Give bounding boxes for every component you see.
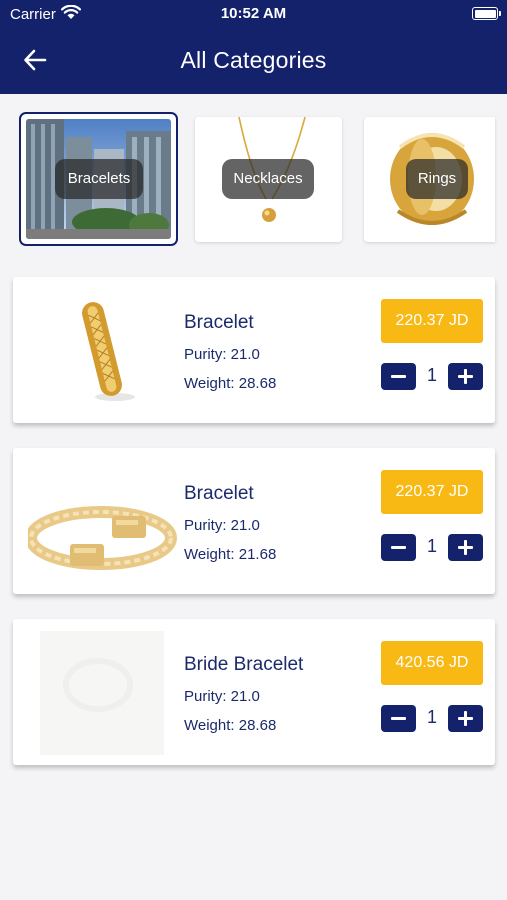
increase-quantity-button[interactable] xyxy=(448,705,483,732)
decrease-quantity-button[interactable] xyxy=(381,705,416,732)
product-weight: Weight: 28.68 xyxy=(184,717,277,734)
product-image xyxy=(40,631,164,755)
app-header: Carrier 10:52 AM All Categories xyxy=(0,0,507,94)
page-title: All Categories xyxy=(180,47,327,73)
product-purity: Purity: 21.0 xyxy=(184,688,260,705)
product-card[interactable]: Bracelet Purity: 21.0 Weight: 28.68 220.… xyxy=(13,277,495,423)
category-label: Rings xyxy=(406,159,468,199)
product-weight: Weight: 28.68 xyxy=(184,375,277,392)
decrease-quantity-button[interactable] xyxy=(381,534,416,561)
price-button[interactable]: 220.37 JD xyxy=(381,299,483,343)
battery-icon xyxy=(472,7,501,20)
minus-icon xyxy=(391,375,406,378)
minus-icon xyxy=(391,546,406,549)
increase-quantity-button[interactable] xyxy=(448,363,483,390)
quantity-value: 1 xyxy=(426,536,437,556)
product-purity: Purity: 21.0 xyxy=(184,346,260,363)
product-image xyxy=(28,460,178,584)
minus-icon xyxy=(391,717,406,720)
product-card[interactable]: Bracelet Purity: 21.0 Weight: 21.68 220.… xyxy=(13,448,495,594)
product-name: Bracelet xyxy=(184,483,254,504)
product-weight: Weight: 21.68 xyxy=(184,546,277,563)
quantity-value: 1 xyxy=(426,365,437,385)
product-name: Bracelet xyxy=(184,312,254,333)
product-card[interactable]: Bride Bracelet Purity: 21.0 Weight: 28.6… xyxy=(13,619,495,765)
product-name: Bride Bracelet xyxy=(184,654,304,675)
category-necklaces[interactable]: Necklaces xyxy=(195,117,342,242)
price-button[interactable]: 420.56 JD xyxy=(381,641,483,685)
product-image xyxy=(40,289,164,413)
price-button[interactable]: 220.37 JD xyxy=(381,470,483,514)
product-purity: Purity: 21.0 xyxy=(184,517,260,534)
category-label: Bracelets xyxy=(55,159,143,199)
quantity-value: 1 xyxy=(426,707,437,727)
increase-quantity-button[interactable] xyxy=(448,534,483,561)
category-label: Necklaces xyxy=(222,159,314,199)
status-bar: Carrier 10:52 AM xyxy=(0,0,507,28)
clock: 10:52 AM xyxy=(220,5,287,22)
category-bracelets[interactable]: Bracelets xyxy=(19,112,178,246)
decrease-quantity-button[interactable] xyxy=(381,363,416,390)
category-rings[interactable]: Rings xyxy=(364,117,495,242)
